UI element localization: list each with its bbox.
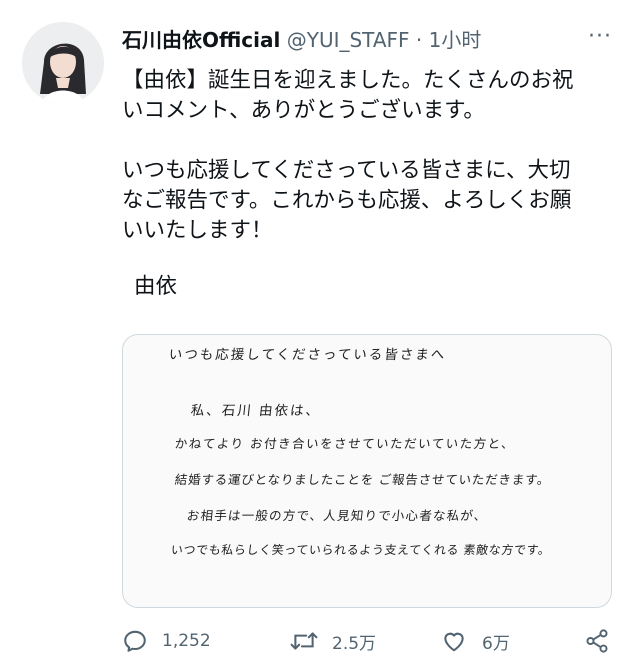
user-handle[interactable]: @YUI_STAFF: [287, 28, 410, 52]
tweet: 石川由依Official @YUI_STAFF · 1小时 ··· 【由依】誕生…: [0, 0, 641, 667]
letter-line: いつも応援してくださっている皆さまへ: [167, 347, 448, 363]
retweet-count: 2.5万: [332, 633, 377, 654]
like-icon: [444, 632, 464, 652]
letter-line: かねてより お付き合いをさせていただいていた方と、: [174, 436, 517, 451]
reply-count: 1,252: [162, 631, 211, 651]
share-button[interactable]: [584, 624, 624, 658]
retweet-button[interactable]: 2.5万: [290, 624, 376, 658]
tweet-text-line: いコメント、ありがとうございます。: [122, 98, 485, 123]
reply-icon: [124, 630, 146, 652]
letter-line: 結婚する運びとなりましたことを ご報告させていただきます。: [174, 472, 552, 487]
more-icon[interactable]: ···: [584, 26, 616, 52]
tweet-text: 【由依】誕生日を迎えました。たくさんのお祝 いコメント、ありがとうございます。 …: [122, 66, 632, 302]
tweet-text-line: いいたします！: [122, 218, 273, 243]
handwritten-letter-image[interactable]: いつも応援してくださっている皆さまへ 私、石川 由依は、 かねてより お付き合い…: [122, 334, 612, 608]
timestamp[interactable]: 1小时: [429, 28, 482, 52]
avatar[interactable]: [22, 22, 104, 104]
retweet-icon: [290, 632, 318, 650]
like-button[interactable]: 6万: [440, 624, 510, 658]
share-icon: [586, 629, 608, 653]
tweet-actions: 1,252 2.5万 6万: [122, 624, 622, 658]
letter-line: お相手は一般の方で、人見知りで小心者な私が、: [186, 508, 489, 523]
tweet-text-line: なご報告です。これからも応援、よろしくお願: [122, 188, 572, 213]
reply-button[interactable]: 1,252: [122, 624, 211, 658]
tweet-signature: 由依: [134, 274, 178, 299]
tweet-text-line: いつも応援してくださっている皆さまに、大切: [122, 158, 571, 183]
tweet-text-line: 【由依】誕生日を迎えました。たくさんのお祝: [122, 68, 574, 93]
letter-line: いつでも私らしく笑っていられるよう支えてくれる 素敵な方です。: [170, 543, 552, 557]
like-count: 6万: [482, 633, 510, 654]
separator-dot: ·: [415, 28, 423, 52]
display-name[interactable]: 石川由依Official: [122, 28, 280, 52]
avatar-photo: [22, 22, 104, 104]
tweet-header: 石川由依Official @YUI_STAFF · 1小时: [122, 26, 481, 54]
letter-line: 私、石川 由依は、: [189, 403, 322, 419]
